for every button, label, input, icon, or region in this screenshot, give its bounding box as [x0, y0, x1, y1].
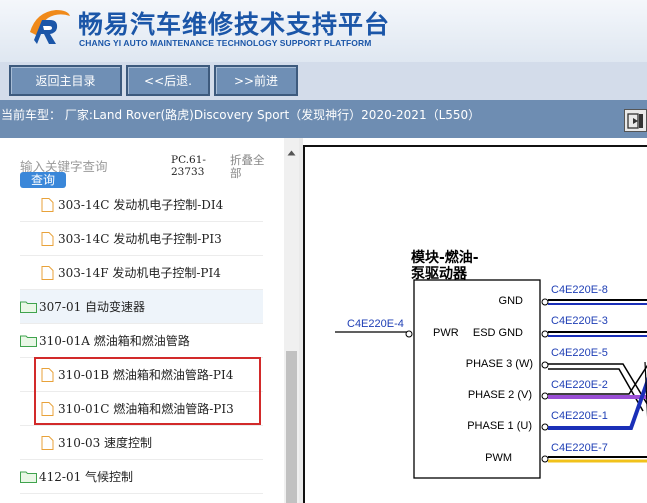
pin-label: GND: [499, 295, 524, 307]
document-icon: [41, 265, 54, 280]
home-button[interactable]: 返回主目录: [9, 65, 122, 96]
tree-item-label: 307-01 自动变速器: [39, 300, 146, 314]
platform-title: 畅易汽车维修技术支持平台: [78, 10, 391, 39]
pin-label: PWM: [485, 452, 512, 464]
back-button[interactable]: <<后退.: [126, 65, 210, 96]
right-terminals: [541, 298, 549, 463]
folder-icon: [20, 301, 37, 313]
tree-folder[interactable]: 412-01 气候控制: [20, 460, 263, 494]
pin-label: PHASE 3 (W): [466, 358, 533, 370]
exit-icon: [627, 113, 643, 129]
left-connector-label: C4E220E-4: [347, 318, 404, 330]
cy-logo-icon: [30, 10, 70, 44]
selection-highlight: [34, 357, 261, 425]
folder-icon: [20, 471, 37, 483]
document-icon: [41, 197, 54, 212]
collapse-all-link[interactable]: 折叠全部: [230, 154, 270, 180]
search-button[interactable]: 查询: [20, 172, 66, 188]
connector-label: C4E220E-7: [551, 442, 608, 454]
tree-item[interactable]: 310-03 速度控制: [20, 426, 263, 460]
module-title-line1: 模块-燃油-: [411, 249, 479, 266]
current-vehicle-text: 当前车型： 厂家:Land Rover(路虎)Discovery Sport（发…: [1, 108, 481, 122]
pin-label: ESD GND: [473, 327, 523, 339]
folder-icon: [20, 335, 37, 347]
tree-item[interactable]: 303-14C 发动机电子控制-PI3: [20, 222, 263, 256]
pwr-terminal: [405, 330, 413, 338]
tree-item[interactable]: 303-14F 发动机电子控制-PI4: [20, 256, 263, 290]
platform-subtitle: CHANG YI AUTO MAINTENANCE TECHNOLOGY SUP…: [79, 38, 372, 48]
connector-label: C4E220E-3: [551, 315, 608, 327]
scroll-thumb[interactable]: [286, 351, 297, 503]
pin-label: PHASE 2 (V): [468, 389, 532, 401]
pin-label: PHASE 1 (U): [467, 420, 532, 432]
nav-toolbar: 返回主目录 <<后退. >>前进: [0, 62, 647, 100]
current-vehicle-bar: 当前车型： 厂家:Land Rover(路虎)Discovery Sport（发…: [0, 100, 647, 138]
connector-label: C4E220E-1: [551, 410, 608, 422]
document-icon: [41, 231, 54, 246]
document-code: PC.61-23733: [171, 154, 206, 178]
connector-label: C4E220E-5: [551, 347, 608, 359]
app-header: 畅易汽车维修技术支持平台 CHANG YI AUTO MAINTENANCE T…: [0, 0, 647, 62]
tree-item-label: 412-01 气候控制: [39, 470, 134, 484]
wiring-diagram-canvas: 模块-燃油- 泵驱动器 C4E220E-4 PWR GND ESD GND PH…: [335, 249, 647, 479]
tree-folder[interactable]: 307-01 自动变速器: [20, 290, 263, 324]
scroll-up-icon[interactable]: [287, 150, 296, 156]
module-box: [413, 279, 541, 479]
tree-folder[interactable]: 310-01A 燃油箱和燃油管路: [20, 324, 263, 358]
tree-item-label: 303-14C 发动机电子控制-DI4: [58, 198, 224, 212]
forward-button[interactable]: >>前进: [214, 65, 298, 96]
exit-button[interactable]: [624, 109, 647, 132]
connector-label: C4E220E-2: [551, 379, 608, 391]
wiring-diagram: 模块-燃油- 泵驱动器 C4E220E-4 PWR GND ESD GND PH…: [303, 145, 647, 503]
module-title-line2: 泵驱动器: [411, 265, 468, 282]
document-icon: [41, 435, 54, 450]
sidebar-scrollbar[interactable]: [284, 138, 299, 503]
tree-item[interactable]: 303-14C 发动机电子控制-DI4: [20, 188, 263, 222]
tree-item-label: 303-14C 发动机电子控制-PI3: [58, 232, 222, 246]
tree-item-label: 310-03 速度控制: [58, 436, 153, 450]
tree-item-label: 303-14F 发动机电子控制-PI4: [58, 266, 221, 280]
connector-label: C4E220E-8: [551, 284, 608, 296]
pin-pwr: PWR: [433, 327, 459, 339]
tree-item-label: 310-01A 燃油箱和燃油管路: [39, 334, 190, 348]
